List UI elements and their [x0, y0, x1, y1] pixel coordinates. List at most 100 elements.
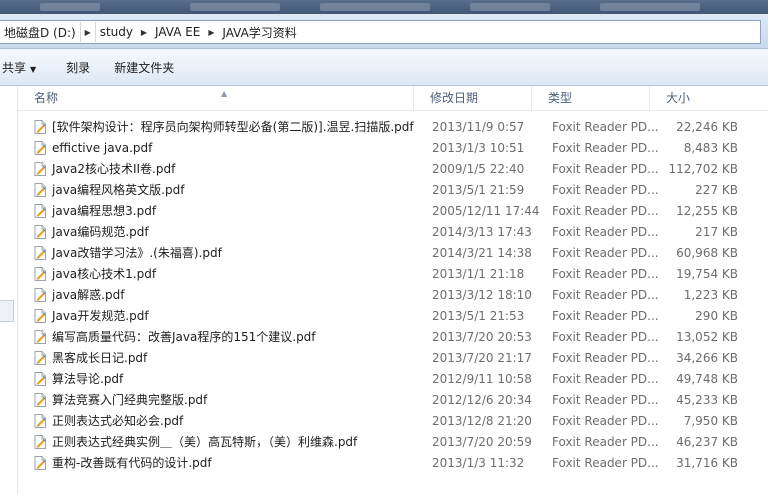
column-header-size-label: 大小 [666, 91, 691, 105]
file-size: 46,237 KB [676, 435, 738, 449]
file-type: Foxit Reader PD... [552, 372, 659, 386]
file-row[interactable]: Java2核心技术II卷.pdf 2009/1/5 22:40 Foxit Read… [18, 159, 768, 180]
column-header-name[interactable]: 名称 ▲ [18, 86, 414, 110]
file-date: 2013/7/20 21:17 [432, 351, 532, 365]
breadcrumb-java-materials[interactable]: JAVA学习资料 [218, 24, 300, 41]
file-row[interactable]: 正则表达式必知必会.pdf 2013/12/8 21:20 Foxit Reader… [18, 411, 768, 432]
file-name-cell[interactable]: effictive java.pdf [34, 138, 428, 159]
file-date: 2013/1/3 10:51 [432, 141, 525, 155]
file-name: 算法导论.pdf [52, 372, 124, 386]
file-name-cell[interactable]: java核心技术1.pdf [34, 264, 428, 285]
file-name-cell[interactable]: Java2核心技术II卷.pdf [34, 159, 428, 180]
file-name-cell[interactable]: 正则表达式必知必会.pdf [34, 411, 428, 432]
file-name-cell[interactable]: 正则表达式经典实例＿（美）高瓦特斯，（美）利维森.pdf [34, 432, 428, 453]
file-name-cell[interactable]: java解惑.pdf [34, 285, 428, 306]
pdf-file-icon [34, 456, 46, 470]
file-type: Foxit Reader PD... [552, 309, 659, 323]
file-row[interactable]: 算法导论.pdf 2012/9/11 10:58 Foxit Reader PD..… [18, 369, 768, 390]
chevron-right-icon[interactable]: ▶ [137, 22, 151, 42]
file-name-cell[interactable]: [软件架构设计：程序员向架构师转型必备(第二版)].温昱.扫描版.pdf [34, 117, 428, 138]
file-row[interactable]: 正则表达式经典实例＿（美）高瓦特斯，（美）利维森.pdf 2013/7/20 20… [18, 432, 768, 453]
pdf-file-icon [34, 351, 46, 365]
file-name: 算法竞赛入门经典完整版.pdf [52, 393, 208, 407]
file-row[interactable]: Java编码规范.pdf 2014/3/13 17:43 Foxit Reader … [18, 222, 768, 243]
breadcrumb-drive[interactable]: 地磁盘D (D:) [0, 24, 80, 41]
file-name-cell[interactable]: java编程思想3.pdf [34, 201, 428, 222]
file-size: 45,233 KB [676, 393, 738, 407]
burn-button[interactable]: 刻录 [55, 59, 101, 76]
chevron-right-icon[interactable]: ▶ [79, 22, 96, 42]
pdf-file-icon [34, 183, 46, 197]
file-name: Java2核心技术II卷.pdf [52, 162, 176, 176]
address-bar: 地磁盘D (D:) ▶ study ▶ JAVA EE ▶ JAVA学习资料 [0, 14, 768, 49]
file-size: 227 KB [695, 183, 738, 197]
file-date: 2005/12/11 17:44 [432, 204, 540, 218]
file-size: 60,968 KB [676, 246, 738, 260]
file-name-cell[interactable]: 黑客成长日记.pdf [34, 348, 428, 369]
file-type: Foxit Reader PD... [552, 393, 659, 407]
breadcrumb-java-ee[interactable]: JAVA EE [151, 25, 204, 39]
file-size: 290 KB [695, 309, 738, 323]
file-date: 2012/9/11 10:58 [432, 372, 532, 386]
column-headers: 名称 ▲ 修改日期 类型 大小 [18, 86, 768, 111]
file-size: 8,483 KB [683, 141, 738, 155]
file-row[interactable]: Java开发规范.pdf 2013/5/1 21:53 Foxit Reader P… [18, 306, 768, 327]
file-name-cell[interactable]: 算法竞赛入门经典完整版.pdf [34, 390, 428, 411]
file-name-cell[interactable]: java编程风格英文版.pdf [34, 180, 428, 201]
file-name-cell[interactable]: Java编码规范.pdf [34, 222, 428, 243]
file-name: effictive java.pdf [52, 141, 153, 155]
file-name: 重构-改善既有代码的设计.pdf [52, 456, 212, 470]
file-row[interactable]: 重构-改善既有代码的设计.pdf 2013/1/3 11:32 Foxit Read… [18, 453, 768, 474]
pdf-file-icon [34, 141, 46, 155]
pdf-file-icon [34, 393, 46, 407]
file-row[interactable]: [软件架构设计：程序员向架构师转型必备(第二版)].温昱.扫描版.pdf 2013… [18, 117, 768, 138]
chevron-right-icon[interactable]: ▶ [204, 22, 218, 42]
pdf-file-icon [34, 309, 46, 323]
file-size: 49,748 KB [676, 372, 738, 386]
file-name-cell[interactable]: Java改错学习法》.(朱福喜).pdf [34, 243, 428, 264]
file-size: 19,754 KB [676, 267, 738, 281]
pdf-file-icon [34, 162, 46, 176]
file-name: 编写高质量代码：改善Java程序的151个建议.pdf [52, 330, 316, 344]
pdf-file-icon [34, 225, 46, 239]
file-type: Foxit Reader PD... [552, 204, 659, 218]
file-type: Foxit Reader PD... [552, 330, 659, 344]
file-row[interactable]: 算法竞赛入门经典完整版.pdf 2012/12/6 20:34 Foxit Read… [18, 390, 768, 411]
column-header-size[interactable]: 大小 [650, 86, 768, 110]
breadcrumb-study[interactable]: study [96, 25, 137, 39]
file-name-cell[interactable]: 重构-改善既有代码的设计.pdf [34, 453, 428, 474]
file-size: 1,223 KB [683, 288, 738, 302]
pdf-file-icon [34, 330, 46, 344]
file-date: 2013/12/8 21:20 [432, 414, 532, 428]
column-header-type[interactable]: 类型 [532, 86, 650, 110]
new-folder-button[interactable]: 新建文件夹 [103, 59, 185, 76]
file-row[interactable]: java解惑.pdf 2013/3/12 18:10 Foxit Reader PD… [18, 285, 768, 306]
file-name-cell[interactable]: 算法导论.pdf [34, 369, 428, 390]
file-name-cell[interactable]: Java开发规范.pdf [34, 306, 428, 327]
pdf-file-icon [34, 204, 46, 218]
file-name-cell[interactable]: 编写高质量代码：改善Java程序的151个建议.pdf [34, 327, 428, 348]
file-row[interactable]: 编写高质量代码：改善Java程序的151个建议.pdf 2013/7/20 20:… [18, 327, 768, 348]
column-header-date[interactable]: 修改日期 [414, 86, 532, 110]
file-row[interactable]: 黑客成长日记.pdf 2013/7/20 21:17 Foxit Reader PD… [18, 348, 768, 369]
file-row[interactable]: java核心技术1.pdf 2013/1/1 21:18 Foxit Reader … [18, 264, 768, 285]
file-row[interactable]: effictive java.pdf 2013/1/3 10:51 Foxit Re… [18, 138, 768, 159]
file-row[interactable]: java编程思想3.pdf 2005/12/11 17:44 Foxit Reade… [18, 201, 768, 222]
file-type: Foxit Reader PD... [552, 351, 659, 365]
file-name: java编程风格英文版.pdf [52, 183, 185, 197]
file-size: 217 KB [695, 225, 738, 239]
file-date: 2013/1/1 21:18 [432, 267, 525, 281]
nav-pane-scrollbar[interactable] [0, 300, 14, 322]
file-row[interactable]: Java改错学习法》.(朱福喜).pdf 2014/3/21 14:38 Foxit… [18, 243, 768, 264]
sort-ascending-icon: ▲ [221, 89, 228, 98]
file-date: 2013/7/20 20:59 [432, 435, 532, 449]
file-row[interactable]: java编程风格英文版.pdf 2013/5/1 21:59 Foxit Reade… [18, 180, 768, 201]
file-name: java解惑.pdf [52, 288, 125, 302]
file-size: 22,246 KB [676, 120, 738, 134]
pdf-file-icon [34, 414, 46, 428]
pdf-file-icon [34, 288, 46, 302]
command-toolbar: 共享 ▼ 刻录 新建文件夹 [0, 49, 768, 86]
breadcrumb[interactable]: 地磁盘D (D:) ▶ study ▶ JAVA EE ▶ JAVA学习资料 [0, 20, 761, 44]
share-button[interactable]: 共享 ▼ [0, 59, 47, 76]
file-date: 2014/3/13 17:43 [432, 225, 532, 239]
